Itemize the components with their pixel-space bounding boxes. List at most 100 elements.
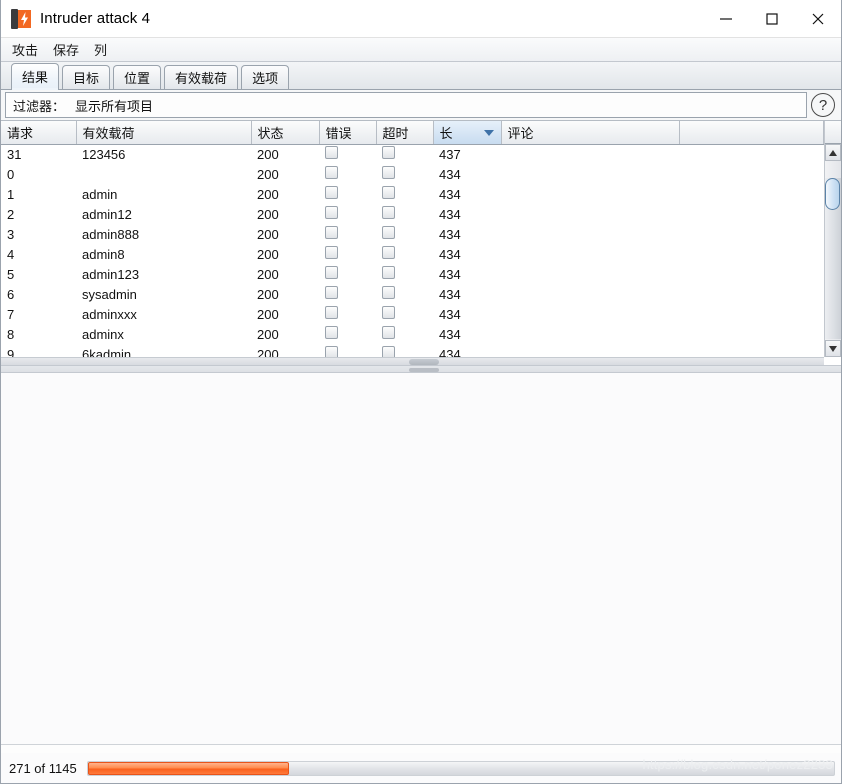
column-header-length[interactable]: 长 (433, 121, 502, 145)
cell-payload: admin (82, 186, 118, 202)
table-row[interactable]: 4 admin8 200 434 (1, 244, 824, 264)
results-horizontal-scrollbar[interactable] (1, 357, 824, 365)
cell-filler (679, 184, 824, 204)
cell-error (319, 264, 376, 284)
cell-length: 434 (439, 286, 461, 302)
lightning-bolt-icon (20, 11, 29, 26)
cell-comment (501, 264, 679, 284)
attack-progress-fill (87, 761, 290, 775)
menu-item-attack[interactable]: 攻击 (10, 39, 40, 60)
cell-timeout (376, 244, 433, 264)
cell-payload: sysadmin (82, 286, 137, 302)
cell-status: 200 (257, 226, 279, 242)
tab-bar: 结果 目标 位置 有效载荷 选项 (1, 62, 841, 90)
filter-input[interactable]: 过滤器： 显示所有项目 (5, 92, 807, 118)
pane-splitter[interactable] (1, 365, 841, 373)
cell-length: 434 (439, 166, 461, 182)
tab-options[interactable]: 选项 (241, 65, 290, 89)
timeout-checkbox[interactable] (382, 326, 395, 339)
column-header-label: 状态 (257, 125, 284, 141)
cell-length: 434 (439, 226, 461, 242)
results-table-pane: 请求 有效载荷 状态 错误 超时长 评论 31 123456 200 437 0 200 434 1 ad… (1, 120, 841, 365)
column-header-payload[interactable]: 有效载荷 (76, 121, 252, 145)
error-checkbox[interactable] (325, 186, 338, 199)
cell-comment (501, 284, 679, 304)
cell-status: 200 (257, 146, 279, 162)
table-row[interactable]: 1 admin 200 434 (1, 184, 824, 204)
timeout-checkbox[interactable] (382, 166, 395, 179)
column-header-label: 有效载荷 (82, 125, 135, 141)
error-checkbox[interactable] (325, 306, 338, 319)
cell-timeout (376, 324, 433, 344)
filter-bar: 过滤器： 显示所有项目 ? (1, 90, 841, 120)
column-header-error[interactable]: 错误 (319, 121, 377, 145)
column-header-timeout[interactable]: 超时 (376, 121, 434, 145)
results-vertical-scrollbar[interactable] (824, 121, 841, 357)
menu-item-save[interactable]: 保存 (51, 39, 81, 60)
maximize-icon[interactable] (749, 0, 795, 38)
status-bar: 271 of 1145 https://blog.csdn.net/ponez2… (1, 753, 841, 783)
cell-error (319, 204, 376, 224)
timeout-checkbox[interactable] (382, 346, 395, 357)
scrollbar-corner (825, 121, 841, 144)
table-row[interactable]: 31 123456 200 437 (1, 144, 824, 164)
tab-positions[interactable]: 位置 (113, 65, 162, 89)
filter-label: 过滤器： (13, 98, 66, 114)
scrollbar-track[interactable] (825, 178, 841, 339)
minimize-icon[interactable] (703, 0, 749, 38)
table-row[interactable]: 6 sysadmin 200 434 (1, 284, 824, 304)
cell-timeout (376, 264, 433, 284)
error-checkbox[interactable] (325, 246, 338, 259)
cell-error (319, 144, 376, 164)
table-row[interactable]: 9 6kadmin 200 434 (1, 344, 824, 357)
error-checkbox[interactable] (325, 326, 338, 339)
scrollbar-thumb[interactable] (825, 178, 840, 210)
scroll-up-arrow-icon[interactable] (825, 144, 841, 161)
close-icon[interactable] (795, 0, 841, 38)
error-checkbox[interactable] (325, 146, 338, 160)
table-row[interactable]: 5 admin123 200 434 (1, 264, 824, 284)
column-header-status[interactable]: 状态 (251, 121, 320, 145)
timeout-checkbox[interactable] (382, 286, 395, 299)
timeout-checkbox[interactable] (382, 146, 395, 160)
cell-filler (679, 324, 824, 344)
cell-request: 0 (7, 166, 15, 182)
progress-label: 271 of 1145 (9, 760, 77, 776)
timeout-checkbox[interactable] (382, 186, 395, 199)
column-header-label: 长 (439, 125, 453, 141)
menu-item-columns[interactable]: 列 (92, 39, 109, 60)
column-header-comment[interactable]: 评论 (501, 121, 680, 145)
cell-timeout (376, 204, 433, 224)
table-row[interactable]: 0 200 434 (1, 164, 824, 184)
tab-payloads[interactable]: 有效载荷 (164, 65, 239, 89)
tab-target[interactable]: 目标 (62, 65, 111, 89)
table-row[interactable]: 2 admin12 200 434 (1, 204, 824, 224)
error-checkbox[interactable] (325, 226, 338, 239)
table-row[interactable]: 8 adminx 200 434 (1, 324, 824, 344)
help-icon[interactable]: ? (811, 93, 835, 117)
timeout-checkbox[interactable] (382, 246, 395, 259)
timeout-checkbox[interactable] (382, 306, 395, 319)
table-row[interactable]: 7 adminxxx 200 434 (1, 304, 824, 324)
cell-comment (501, 324, 679, 344)
cell-request: 8 (7, 326, 15, 342)
cell-timeout (376, 184, 433, 204)
error-checkbox[interactable] (325, 286, 338, 299)
error-checkbox[interactable] (325, 346, 338, 357)
cell-request: 7 (7, 306, 15, 322)
cell-filler (679, 224, 824, 244)
error-checkbox[interactable] (325, 206, 338, 219)
timeout-checkbox[interactable] (382, 206, 395, 219)
tab-results[interactable]: 结果 (11, 63, 60, 90)
splitter-grip[interactable] (409, 368, 439, 372)
cell-comment (501, 144, 679, 164)
cell-timeout (376, 144, 433, 164)
table-row[interactable]: 3 admin888 200 434 (1, 224, 824, 244)
timeout-checkbox[interactable] (382, 226, 395, 239)
timeout-checkbox[interactable] (382, 266, 395, 279)
column-header-request[interactable]: 请求 (1, 121, 77, 145)
column-header-filler (679, 121, 824, 145)
error-checkbox[interactable] (325, 166, 338, 179)
scroll-down-arrow-icon[interactable] (825, 340, 841, 357)
error-checkbox[interactable] (325, 266, 338, 279)
